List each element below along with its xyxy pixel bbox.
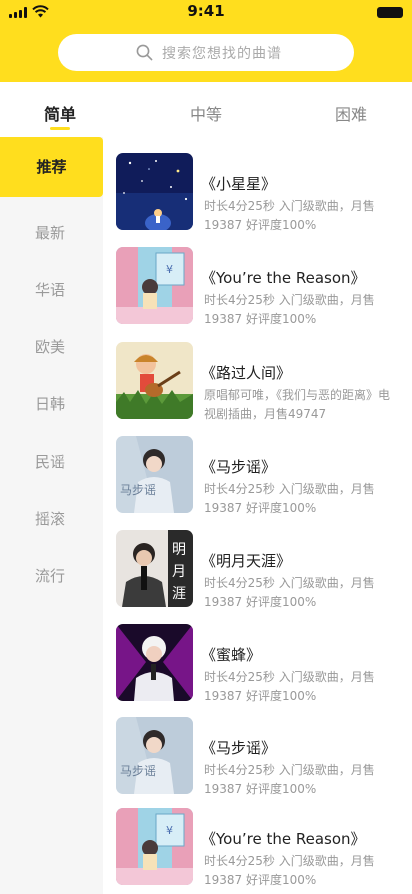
svg-text:¥: ¥ xyxy=(166,263,173,276)
battery-icon xyxy=(377,7,403,18)
svg-text:¥: ¥ xyxy=(166,824,173,837)
song-item[interactable]: ¥ 《You’re the Reason》 时长4分25秒 入门级歌曲，月售19… xyxy=(103,247,412,341)
song-description: 时长4分25秒 入门级歌曲，月售19387 好评度100% xyxy=(204,199,375,232)
starry-night-cover xyxy=(116,153,193,230)
song-description: 时长4分25秒 入门级歌曲，月售19387 好评度100% xyxy=(204,854,375,887)
girl-window-cover: ¥ xyxy=(116,808,193,885)
sidebar-item-chinese[interactable]: 华语 xyxy=(0,279,100,300)
singer-microphone-cover: 明 月 涯 xyxy=(116,530,193,607)
song-item[interactable]: 《路过人间》 原唱郁可唯，《我们与恶的距离》电视剧插曲，月售49747 xyxy=(103,342,412,436)
song-item[interactable]: 《蜜蜂》 时长4分25秒 入门级歌曲，月售19387 好评度100% xyxy=(103,624,412,718)
search-bar[interactable]: 搜索您想找的曲谱 xyxy=(58,34,354,71)
difficulty-tabs: 简单 中等 困难 xyxy=(0,82,412,137)
song-title: 《马步谣》 xyxy=(201,739,277,757)
tab-hard[interactable]: 困难 xyxy=(335,101,367,125)
song-description: 时长4分25秒 入门级歌曲，月售19387 好评度100% xyxy=(204,763,375,796)
tab-medium[interactable]: 中等 xyxy=(190,101,222,125)
sidebar-item-recommended[interactable]: 推荐 xyxy=(0,137,103,197)
singer-neon-cover xyxy=(116,624,193,701)
song-item[interactable]: 马步谣 《马步谣》 时长4分25秒 入门级歌曲，月售19387 好评度100% xyxy=(103,717,412,811)
song-item[interactable]: ¥ 《You’re the Reason》 时长4分25秒 入门级歌曲，月售19… xyxy=(103,808,412,894)
sidebar-item-folk[interactable]: 民谣 xyxy=(0,451,100,472)
search-icon xyxy=(136,44,153,61)
song-description: 时长4分25秒 入门级歌曲，月售19387 好评度100% xyxy=(204,482,375,515)
girl-window-cover: ¥ xyxy=(116,247,193,324)
sidebar-item-latest[interactable]: 最新 xyxy=(0,222,100,243)
song-item[interactable]: 明 月 涯 《明月天涯》 时长4分25秒 入门级歌曲，月售19387 好评度10… xyxy=(103,530,412,624)
song-title: 《马步谣》 xyxy=(201,458,277,476)
girl-veil-cover: 马步谣 xyxy=(116,436,193,513)
song-title: 《You’re the Reason》 xyxy=(201,269,366,287)
girl-veil-cover: 马步谣 xyxy=(116,717,193,794)
app-header: 9:41 搜索您想找的曲谱 xyxy=(0,0,412,82)
tab-easy[interactable]: 简单 xyxy=(44,101,76,125)
status-time: 9:41 xyxy=(187,2,225,20)
song-description: 原唱郁可唯，《我们与恶的距离》电视剧插曲，月售49747 xyxy=(204,388,391,421)
song-item[interactable]: 《小星星》 时长4分25秒 入门级歌曲，月售19387 好评度100% xyxy=(103,153,412,247)
active-tab-indicator xyxy=(50,127,70,130)
song-description: 时长4分25秒 入门级歌曲，月售19387 好评度100% xyxy=(204,576,375,609)
search-input[interactable]: 搜索您想找的曲谱 xyxy=(162,43,282,63)
status-bar: 9:41 xyxy=(0,0,412,24)
sidebar-item-rock[interactable]: 摇滚 xyxy=(0,508,100,529)
song-title: 《蜜蜂》 xyxy=(201,646,262,664)
song-item[interactable]: 马步谣 《马步谣》 时长4分25秒 入门级歌曲，月售19387 好评度100% xyxy=(103,436,412,530)
song-list: 《小星星》 时长4分25秒 入门级歌曲，月售19387 好评度100% ¥ 《Y… xyxy=(103,137,412,894)
song-title: 《路过人间》 xyxy=(201,364,292,382)
song-description: 时长4分25秒 入门级歌曲，月售19387 好评度100% xyxy=(204,293,375,326)
song-title: 《You’re the Reason》 xyxy=(201,830,366,848)
svg-text:马步谣: 马步谣 xyxy=(120,764,156,778)
category-sidebar: 推荐 最新 华语 欧美 日韩 民谣 摇滚 流行 xyxy=(0,137,103,894)
song-title: 《小星星》 xyxy=(201,175,277,193)
song-description: 时长4分25秒 入门级歌曲，月售19387 好评度100% xyxy=(204,670,375,703)
sidebar-item-western[interactable]: 欧美 xyxy=(0,336,100,357)
svg-text:月: 月 xyxy=(172,564,186,580)
song-title: 《明月天涯》 xyxy=(201,552,292,570)
svg-text:涯: 涯 xyxy=(172,586,186,602)
girl-guitar-cover xyxy=(116,342,193,419)
sidebar-item-japan-korea[interactable]: 日韩 xyxy=(0,393,100,414)
svg-text:明: 明 xyxy=(172,542,186,558)
svg-text:马步谣: 马步谣 xyxy=(120,483,156,497)
sidebar-item-pop[interactable]: 流行 xyxy=(0,565,100,586)
